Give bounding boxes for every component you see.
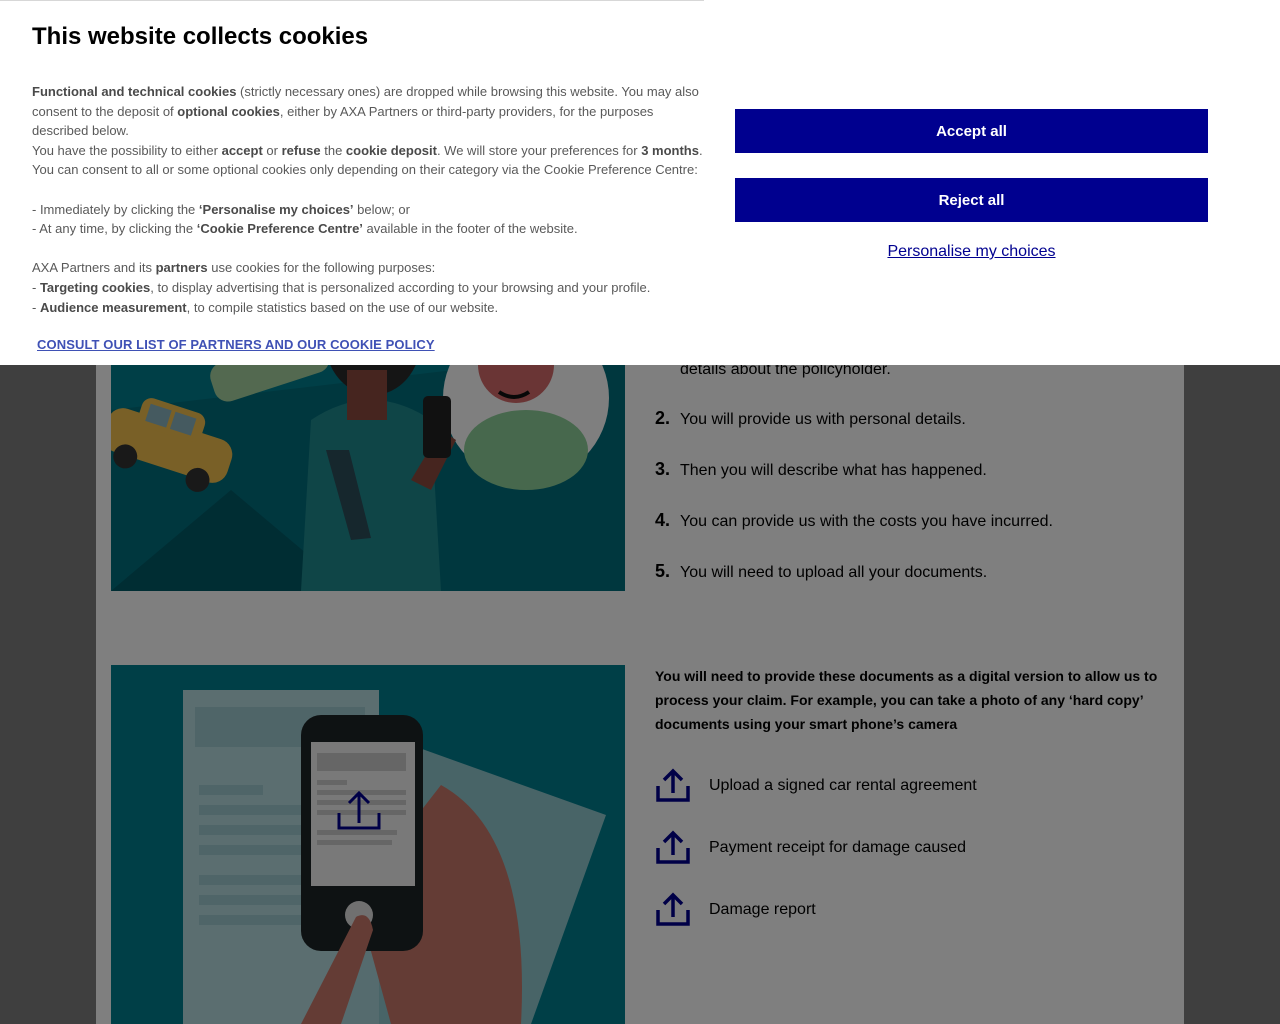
- body-text: the: [320, 142, 346, 158]
- body-text: , to display advertising that is persona…: [150, 279, 651, 295]
- body-text: use cookies for the following purposes:: [207, 260, 436, 276]
- cookie-banner-text: Functional and technical cookies (strict…: [32, 82, 712, 317]
- body-text: or: [262, 142, 282, 158]
- body-text: - Immediately by clicking the: [32, 201, 199, 217]
- personalise-choices-link[interactable]: Personalise my choices: [735, 243, 1208, 261]
- emphasis-text: cookie deposit: [345, 142, 437, 158]
- emphasis-text: accept: [221, 142, 263, 158]
- emphasis-text: 3 months: [641, 142, 699, 158]
- emphasis-text: Audience measurement: [39, 299, 187, 315]
- cookie-banner: This website collects cookies Functional…: [0, 0, 1280, 365]
- body-text: , to compile statistics based on the use…: [186, 299, 499, 315]
- cookie-paragraph: - Immediately by clicking the ‘Personali…: [32, 200, 712, 220]
- emphasis-text: ‘Cookie Preference Centre’: [196, 221, 363, 237]
- cookie-paragraph: You can consent to all or some optional …: [32, 160, 712, 180]
- emphasis-text: refuse: [281, 142, 321, 158]
- emphasis-text: ‘Personalise my choices’: [198, 201, 354, 217]
- body-text: You can consent to all or some optional …: [32, 162, 698, 178]
- body-text: -: [32, 279, 40, 295]
- body-text: - At any time, by clicking the: [32, 221, 197, 237]
- cookie-paragraph: - Audience measurement, to compile stati…: [32, 298, 712, 318]
- cookie-paragraph: AXA Partners and its partners use cookie…: [32, 258, 712, 278]
- body-text: You have the possibility to either: [32, 142, 222, 158]
- cookie-paragraph: You have the possibility to either accep…: [32, 141, 712, 161]
- cookie-banner-title: This website collects cookies: [32, 23, 369, 50]
- accept-all-button[interactable]: Accept all: [735, 109, 1208, 153]
- banner-divider: [0, 0, 704, 1]
- cookie-paragraph: - Targeting cookies, to display advertis…: [32, 278, 712, 298]
- body-text: below; or: [353, 201, 410, 217]
- emphasis-text: Targeting cookies: [39, 279, 151, 295]
- cookie-paragraph: - At any time, by clicking the ‘Cookie P…: [32, 219, 712, 239]
- body-text: .: [698, 142, 703, 158]
- emphasis-text: optional cookies: [177, 103, 280, 119]
- body-text: . We will store your preferences for: [436, 142, 642, 158]
- cookie-paragraph: Functional and technical cookies (strict…: [32, 82, 712, 141]
- reject-all-button[interactable]: Reject all: [735, 178, 1208, 222]
- emphasis-text: Functional and technical cookies: [32, 84, 237, 99]
- cookie-policy-link[interactable]: CONSULT OUR LIST OF PARTNERS AND OUR COO…: [37, 337, 435, 352]
- emphasis-text: partners: [155, 260, 208, 276]
- body-text: -: [32, 299, 40, 315]
- body-text: available in the footer of the website.: [362, 221, 578, 237]
- body-text: AXA Partners and its: [32, 260, 156, 276]
